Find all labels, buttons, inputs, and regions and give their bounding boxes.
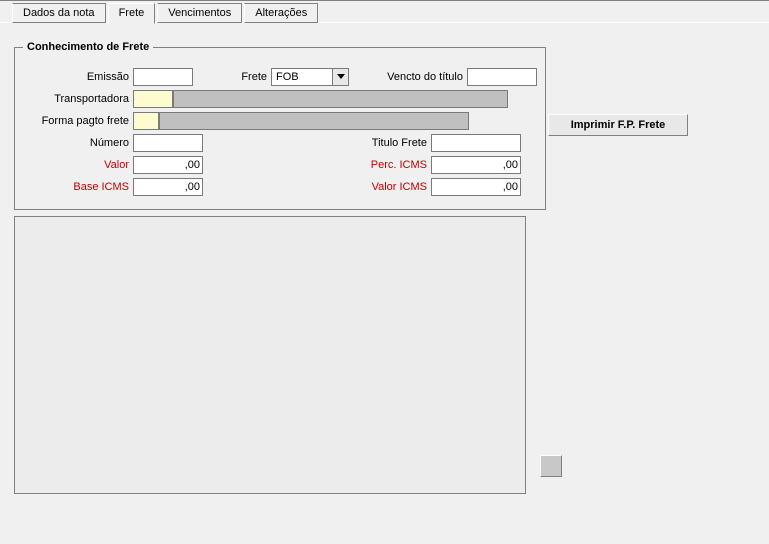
- group-title: Conhecimento de Frete: [23, 41, 153, 53]
- input-base-icms[interactable]: [133, 178, 203, 196]
- label-frete: Frete: [239, 71, 271, 83]
- input-titulo-frete[interactable]: [431, 134, 521, 152]
- label-numero: Número: [23, 137, 133, 149]
- tab-bar: Dados da nota Frete Vencimentos Alteraçõ…: [12, 3, 769, 23]
- button-small-aux[interactable]: [540, 455, 562, 477]
- input-perc-icms[interactable]: [431, 156, 521, 174]
- input-forma-name[interactable]: [159, 112, 469, 130]
- input-transportadora-name[interactable]: [173, 90, 508, 108]
- label-vencto: Vencto do título: [379, 71, 467, 83]
- tab-dados-da-nota[interactable]: Dados da nota: [12, 3, 106, 23]
- label-valor-icms: Valor ICMS: [367, 181, 431, 193]
- tab-vencimentos[interactable]: Vencimentos: [157, 3, 242, 23]
- input-valor-icms[interactable]: [431, 178, 521, 196]
- input-forma-code[interactable]: [133, 112, 159, 130]
- input-vencto[interactable]: [467, 68, 537, 86]
- tabpage-frete: Conhecimento de Frete Emissão Frete FOB …: [0, 22, 769, 504]
- input-emissao[interactable]: [133, 68, 193, 86]
- chevron-down-icon[interactable]: [332, 69, 348, 85]
- button-imprimir-fp-frete[interactable]: Imprimir F.P. Frete: [548, 114, 688, 136]
- input-valor[interactable]: [133, 156, 203, 174]
- input-transportadora-code[interactable]: [133, 90, 173, 108]
- label-forma-pagto: Forma pagto frete: [23, 115, 133, 127]
- select-frete[interactable]: FOB: [271, 68, 349, 86]
- frete-window: Dados da nota Frete Vencimentos Alteraçõ…: [0, 0, 769, 544]
- input-numero[interactable]: [133, 134, 203, 152]
- label-transportadora: Transportadora: [23, 93, 133, 105]
- label-titulo-frete: Titulo Frete: [367, 137, 431, 149]
- detail-area: [14, 216, 526, 494]
- label-perc-icms: Perc. ICMS: [367, 159, 431, 171]
- select-frete-value: FOB: [272, 71, 332, 83]
- label-emissao: Emissão: [23, 71, 133, 83]
- group-conhecimento-frete: Conhecimento de Frete Emissão Frete FOB …: [14, 41, 546, 210]
- label-valor: Valor: [23, 159, 133, 171]
- tab-alteracoes[interactable]: Alterações: [244, 3, 318, 23]
- label-base-icms: Base ICMS: [23, 181, 133, 193]
- tab-frete[interactable]: Frete: [108, 3, 156, 24]
